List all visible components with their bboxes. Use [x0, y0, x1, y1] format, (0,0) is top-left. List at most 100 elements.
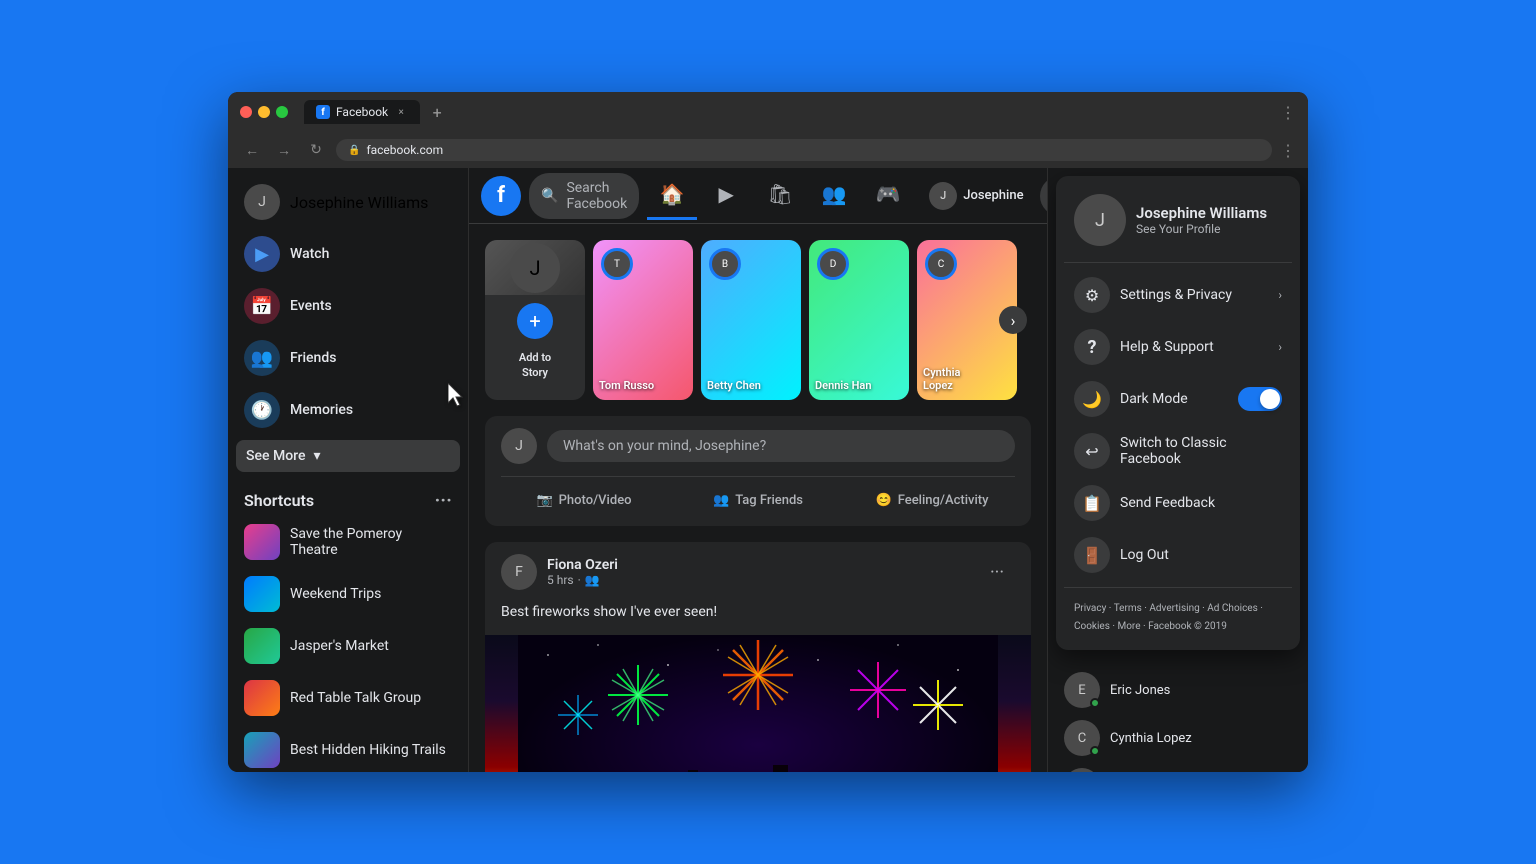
tab-bar: f Facebook × +: [304, 100, 1272, 124]
post-input[interactable]: What's on your mind, Josephine?: [547, 430, 1015, 462]
active-tab[interactable]: f Facebook ×: [304, 100, 420, 124]
url-text: facebook.com: [366, 143, 443, 157]
footer-privacy[interactable]: Privacy: [1074, 603, 1106, 614]
footer-more[interactable]: More: [1117, 621, 1140, 632]
feeling-activity-button[interactable]: 😊 Feeling/Activity: [849, 487, 1015, 514]
sidebar-item-friends[interactable]: 👥 Friends: [236, 332, 460, 384]
nav-tab-watch[interactable]: ▶: [701, 172, 751, 220]
footer-terms[interactable]: Terms: [1114, 603, 1142, 614]
feed-content: J + Add toStory T Tom Ru: [469, 224, 1047, 772]
post-time: 5 hrs: [547, 573, 574, 587]
dropdown-user-sub: See Your Profile: [1136, 222, 1267, 236]
browser-options-button[interactable]: ⋮: [1280, 141, 1296, 160]
fb-favicon: f: [316, 105, 330, 119]
footer-advertising[interactable]: Advertising: [1149, 603, 1199, 614]
nav-tab-groups[interactable]: 👥: [809, 172, 859, 220]
story-card[interactable]: D Dennis Han: [809, 240, 909, 400]
tab-close-button[interactable]: ×: [394, 105, 408, 119]
left-sidebar: J Josephine Williams ▶ Watch 📅 Events 👥 …: [228, 168, 468, 772]
nav-tab-marketplace[interactable]: 🛍: [755, 172, 805, 220]
online-indicator: [1090, 698, 1100, 708]
settings-privacy-label: Settings & Privacy: [1120, 287, 1268, 303]
shortcut-thumbnail: [244, 524, 280, 560]
sidebar-item-watch[interactable]: ▶ Watch: [236, 228, 460, 280]
maximize-traffic-light[interactable]: [276, 106, 288, 118]
shortcuts-more-button[interactable]: ···: [434, 488, 452, 512]
fireworks-image: [485, 635, 1031, 772]
shortcut-item[interactable]: Jasper's Market: [236, 620, 460, 672]
create-post-card: J What's on your mind, Josephine? 📷 Phot…: [485, 416, 1031, 526]
watch-icon: ▶: [244, 236, 280, 272]
help-icon: ?: [1074, 329, 1110, 365]
back-button[interactable]: ←: [240, 138, 264, 162]
photo-icon: 📷: [536, 493, 552, 508]
dropdown-user-name: Josephine Williams: [1136, 204, 1267, 222]
sidebar-item-memories[interactable]: 🕐 Memories: [236, 384, 460, 436]
sidebar-item-label: Events: [290, 298, 332, 314]
settings-privacy-item[interactable]: ⚙ Settings & Privacy ›: [1064, 269, 1292, 321]
contact-name: Eric Jones: [1110, 683, 1170, 698]
story-name: Dennis Han: [815, 379, 903, 392]
browser-more-button[interactable]: ⋮: [1280, 103, 1296, 122]
classic-facebook-item[interactable]: ↩ Switch to Classic Facebook: [1064, 425, 1292, 477]
forward-button[interactable]: →: [272, 138, 296, 162]
contact-item[interactable]: E Eric Jones: [1056, 666, 1300, 714]
help-support-item[interactable]: ? Help & Support ›: [1064, 321, 1292, 373]
contact-item[interactable]: C Cynthia Lopez: [1056, 714, 1300, 762]
send-feedback-item[interactable]: 📋 Send Feedback: [1064, 477, 1292, 529]
story-name: Betty Chen: [707, 379, 795, 392]
nav-tabs: 🏠 ▶ 🛍 👥 🎮: [647, 172, 913, 220]
story-card[interactable]: T Tom Russo: [593, 240, 693, 400]
add-story-card[interactable]: J + Add toStory: [485, 240, 585, 400]
contact-avatar: E: [1064, 672, 1100, 708]
shortcuts-header: Shortcuts ···: [236, 484, 460, 516]
top-nav: f 🔍 Search Facebook 🏠 ▶ 🛍 👥 🎮 J Josephin…: [469, 168, 1047, 224]
stories-next-button[interactable]: ›: [999, 306, 1027, 334]
reload-button[interactable]: ↻: [304, 138, 328, 162]
log-out-item[interactable]: 🚪 Log Out: [1064, 529, 1292, 581]
post-more-button[interactable]: ···: [979, 554, 1015, 590]
add-action-button[interactable]: +: [1040, 176, 1048, 216]
post-card: F Fiona Ozeri 5 hrs · 👥 ··· Best firewor…: [485, 542, 1031, 772]
close-traffic-light[interactable]: [240, 106, 252, 118]
fb-logo-button[interactable]: f: [481, 176, 521, 216]
user-nav-button[interactable]: J Josephine: [921, 178, 1031, 214]
dropdown-user-item[interactable]: J Josephine Williams See Your Profile: [1064, 184, 1292, 256]
browser-window: f Facebook × + ⋮ ← → ↻ 🔒 facebook.com ⋮ …: [228, 92, 1308, 772]
shortcut-label: Jasper's Market: [290, 638, 389, 654]
shortcuts-title: Shortcuts: [244, 491, 314, 510]
dark-mode-item[interactable]: 🌙 Dark Mode: [1064, 373, 1292, 425]
sidebar-user-item[interactable]: J Josephine Williams: [236, 176, 460, 228]
contact-avatar: B: [1064, 768, 1100, 772]
shortcut-item[interactable]: Save the Pomeroy Theatre: [236, 516, 460, 568]
story-card[interactable]: B Betty Chen: [701, 240, 801, 400]
nav-tab-home[interactable]: 🏠: [647, 172, 697, 220]
shortcut-item[interactable]: Weekend Trips: [236, 568, 460, 620]
footer-ad-choices[interactable]: Ad Choices: [1207, 603, 1258, 614]
search-bar[interactable]: 🔍 Search Facebook: [529, 173, 639, 219]
add-story-label: Add toStory: [519, 351, 551, 380]
tag-friends-button[interactable]: 👥 Tag Friends: [675, 487, 841, 514]
footer-cookies[interactable]: Cookies: [1074, 621, 1110, 632]
shortcut-label: Best Hidden Hiking Trails: [290, 742, 446, 758]
contact-item[interactable]: B Betty Chen: [1056, 762, 1300, 772]
see-more-button[interactable]: See More ▾: [236, 440, 460, 472]
sidebar-item-label: Friends: [290, 350, 336, 366]
log-out-label: Log Out: [1120, 547, 1282, 563]
online-indicator: [1090, 746, 1100, 756]
dark-mode-toggle-switch[interactable]: [1238, 387, 1282, 411]
minimize-traffic-light[interactable]: [258, 106, 270, 118]
shortcut-item[interactable]: Red Table Talk Group: [236, 672, 460, 724]
address-bar[interactable]: 🔒 facebook.com: [336, 139, 1272, 161]
sidebar-item-events[interactable]: 📅 Events: [236, 280, 460, 332]
shortcut-thumbnail: [244, 680, 280, 716]
create-post-actions: 📷 Photo/Video 👥 Tag Friends 😊 Feeling/Ac…: [501, 476, 1015, 514]
feeling-activity-label: Feeling/Activity: [898, 493, 989, 508]
shortcut-thumbnail: [244, 732, 280, 768]
nav-tab-gaming[interactable]: 🎮: [863, 172, 913, 220]
title-bar: f Facebook × + ⋮: [228, 92, 1308, 132]
photo-video-button[interactable]: 📷 Photo/Video: [501, 487, 667, 514]
new-tab-button[interactable]: +: [426, 101, 448, 123]
shortcut-item[interactable]: Best Hidden Hiking Trails: [236, 724, 460, 772]
classic-facebook-label: Switch to Classic Facebook: [1120, 435, 1282, 467]
